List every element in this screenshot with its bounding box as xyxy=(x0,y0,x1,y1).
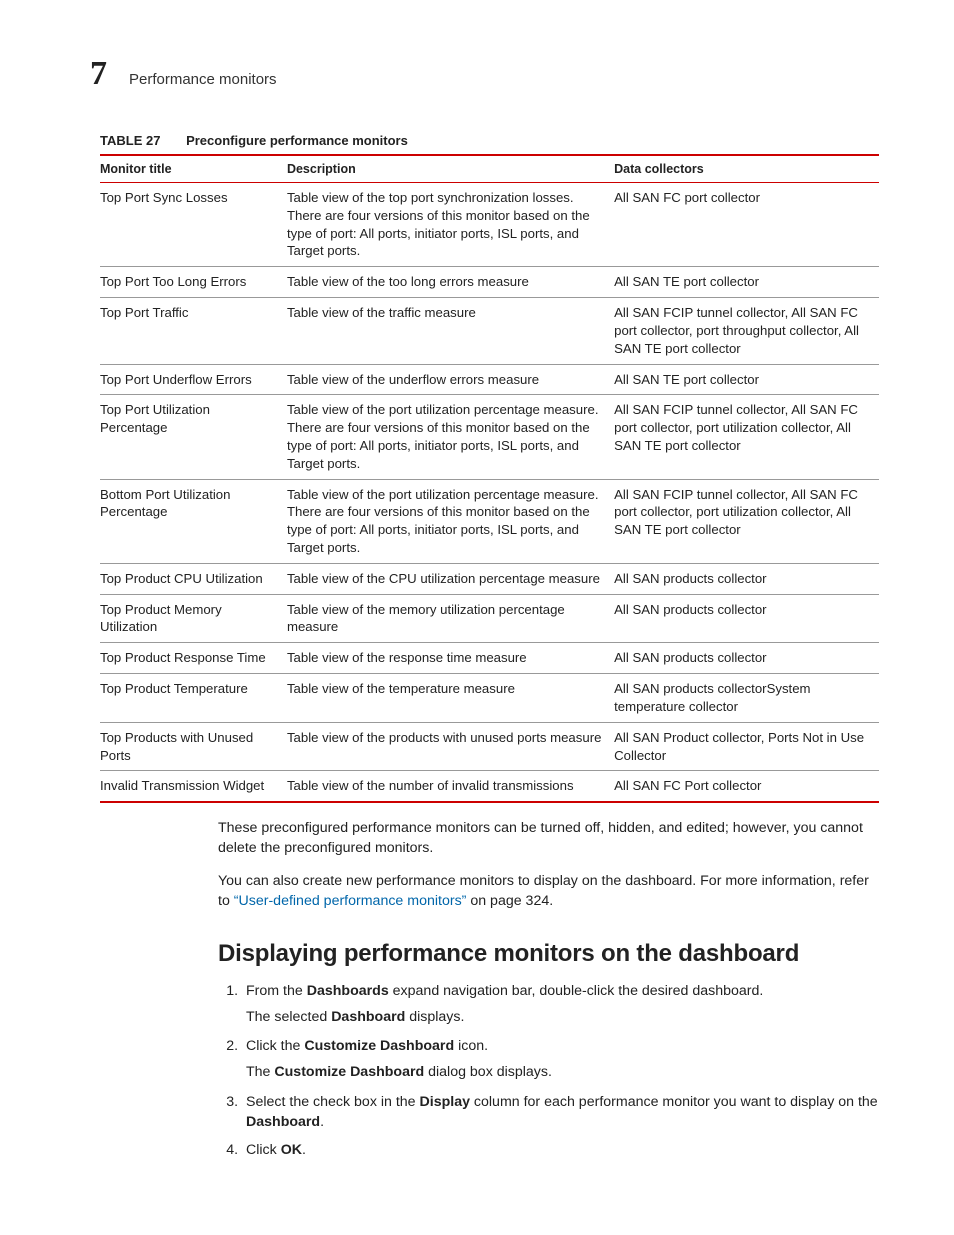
cell-desc: Table view of the traffic measure xyxy=(287,298,614,364)
table-row: Top Product Memory UtilizationTable view… xyxy=(100,594,879,643)
table-label: TABLE 27 xyxy=(100,133,160,148)
cell-collectors: All SAN TE port collector xyxy=(614,267,879,298)
cell-desc: Table view of the temperature measure xyxy=(287,674,614,723)
step: Click the Customize Dashboard icon. The … xyxy=(242,1037,879,1083)
cell-title: Invalid Transmission Widget xyxy=(100,771,287,802)
table-row: Top Port Too Long ErrorsTable view of th… xyxy=(100,267,879,298)
cell-desc: Table view of the port utilization perce… xyxy=(287,479,614,563)
cell-collectors: All SAN TE port collector xyxy=(614,364,879,395)
text: Click the xyxy=(246,1038,304,1054)
cell-desc: Table view of the top port synchronizati… xyxy=(287,183,614,267)
step-result: The Customize Dashboard dialog box displ… xyxy=(246,1063,879,1083)
cell-desc: Table view of the products with unused p… xyxy=(287,722,614,771)
ui-term: Customize Dashboard xyxy=(274,1064,424,1080)
table-row: Top Product CPU UtilizationTable view of… xyxy=(100,563,879,594)
cell-collectors: All SAN Product collector, Ports Not in … xyxy=(614,722,879,771)
step-result: The selected Dashboard displays. xyxy=(246,1008,879,1028)
col-header-title: Monitor title xyxy=(100,155,287,183)
xref-link[interactable]: “User-defined performance monitors” xyxy=(234,893,467,909)
cell-title: Top Port Underflow Errors xyxy=(100,364,287,395)
table-row: Top Port Underflow ErrorsTable view of t… xyxy=(100,364,879,395)
text: icon. xyxy=(454,1038,488,1054)
step: Select the check box in the Display colu… xyxy=(242,1093,879,1133)
text: on page 324. xyxy=(466,893,553,909)
cell-title: Top Product CPU Utilization xyxy=(100,563,287,594)
monitors-table: Monitor title Description Data collector… xyxy=(100,154,879,803)
cell-collectors: All SAN FC Port collector xyxy=(614,771,879,802)
cell-desc: Table view of the underflow errors measu… xyxy=(287,364,614,395)
cell-collectors: All SAN products collector xyxy=(614,594,879,643)
table-row: Top Products with Unused PortsTable view… xyxy=(100,722,879,771)
cell-desc: Table view of the response time measure xyxy=(287,643,614,674)
procedure-steps: From the Dashboards expand navigation ba… xyxy=(218,982,879,1161)
table-row: Top Port TrafficTable view of the traffi… xyxy=(100,298,879,364)
text: Click xyxy=(246,1142,281,1158)
running-header: 7 Performance monitors xyxy=(90,55,879,93)
text: expand navigation bar, double-click the … xyxy=(389,983,764,999)
table-title: Preconfigure performance monitors xyxy=(186,133,408,148)
table-row: Invalid Transmission WidgetTable view of… xyxy=(100,771,879,802)
cell-title: Bottom Port Utilization Percentage xyxy=(100,479,287,563)
text: displays. xyxy=(405,1009,464,1025)
cell-desc: Table view of the memory utilization per… xyxy=(287,594,614,643)
table-header-row: Monitor title Description Data collector… xyxy=(100,155,879,183)
cell-title: Top Product Memory Utilization xyxy=(100,594,287,643)
cell-title: Top Product Temperature xyxy=(100,674,287,723)
table-row: Top Product TemperatureTable view of the… xyxy=(100,674,879,723)
text: The xyxy=(246,1064,274,1080)
cell-title: Top Port Too Long Errors xyxy=(100,267,287,298)
cell-title: Top Products with Unused Ports xyxy=(100,722,287,771)
cell-desc: Table view of the CPU utilization percen… xyxy=(287,563,614,594)
table-caption: TABLE 27 Preconfigure performance monito… xyxy=(100,133,879,148)
body-text: These preconfigured performance monitors… xyxy=(218,819,879,912)
table-row: Top Product Response TimeTable view of t… xyxy=(100,643,879,674)
ui-term: Dashboard xyxy=(331,1009,405,1025)
ui-term: Display xyxy=(420,1094,470,1110)
step: Click OK. xyxy=(242,1141,879,1161)
ui-term: OK xyxy=(281,1142,302,1158)
step: From the Dashboards expand navigation ba… xyxy=(242,982,879,1028)
cell-title: Top Port Traffic xyxy=(100,298,287,364)
table-row: Bottom Port Utilization PercentageTable … xyxy=(100,479,879,563)
cell-desc: Table view of the too long errors measur… xyxy=(287,267,614,298)
cell-collectors: All SAN FCIP tunnel collector, All SAN F… xyxy=(614,479,879,563)
paragraph: You can also create new performance moni… xyxy=(218,872,879,912)
cell-collectors: All SAN products collector xyxy=(614,563,879,594)
cell-desc: Table view of the number of invalid tran… xyxy=(287,771,614,802)
text: Select the check box in the xyxy=(246,1094,420,1110)
text: The selected xyxy=(246,1009,331,1025)
ui-term: Dashboard xyxy=(246,1114,320,1130)
cell-collectors: All SAN FCIP tunnel collector, All SAN F… xyxy=(614,298,879,364)
table-row: Top Port Utilization PercentageTable vie… xyxy=(100,395,879,479)
cell-collectors: All SAN FC port collector xyxy=(614,183,879,267)
col-header-desc: Description xyxy=(287,155,614,183)
cell-title: Top Product Response Time xyxy=(100,643,287,674)
cell-title: Top Port Sync Losses xyxy=(100,183,287,267)
text: From the xyxy=(246,983,307,999)
chapter-number: 7 xyxy=(90,55,107,93)
paragraph: These preconfigured performance monitors… xyxy=(218,819,879,859)
ui-term: Customize Dashboard xyxy=(304,1038,454,1054)
content: TABLE 27 Preconfigure performance monito… xyxy=(100,133,879,1161)
cell-collectors: All SAN products collectorSystem tempera… xyxy=(614,674,879,723)
section-heading: Displaying performance monitors on the d… xyxy=(218,940,879,968)
chapter-title: Performance monitors xyxy=(129,71,277,88)
text: column for each performance monitor you … xyxy=(470,1094,878,1110)
ui-term: Dashboards xyxy=(307,983,389,999)
cell-collectors: All SAN FCIP tunnel collector, All SAN F… xyxy=(614,395,879,479)
cell-desc: Table view of the port utilization perce… xyxy=(287,395,614,479)
table-row: Top Port Sync LossesTable view of the to… xyxy=(100,183,879,267)
text: . xyxy=(320,1114,324,1130)
page: 7 Performance monitors TABLE 27 Preconfi… xyxy=(0,0,954,1235)
cell-title: Top Port Utilization Percentage xyxy=(100,395,287,479)
cell-collectors: All SAN products collector xyxy=(614,643,879,674)
text: . xyxy=(302,1142,306,1158)
text: dialog box displays. xyxy=(424,1064,552,1080)
col-header-coll: Data collectors xyxy=(614,155,879,183)
